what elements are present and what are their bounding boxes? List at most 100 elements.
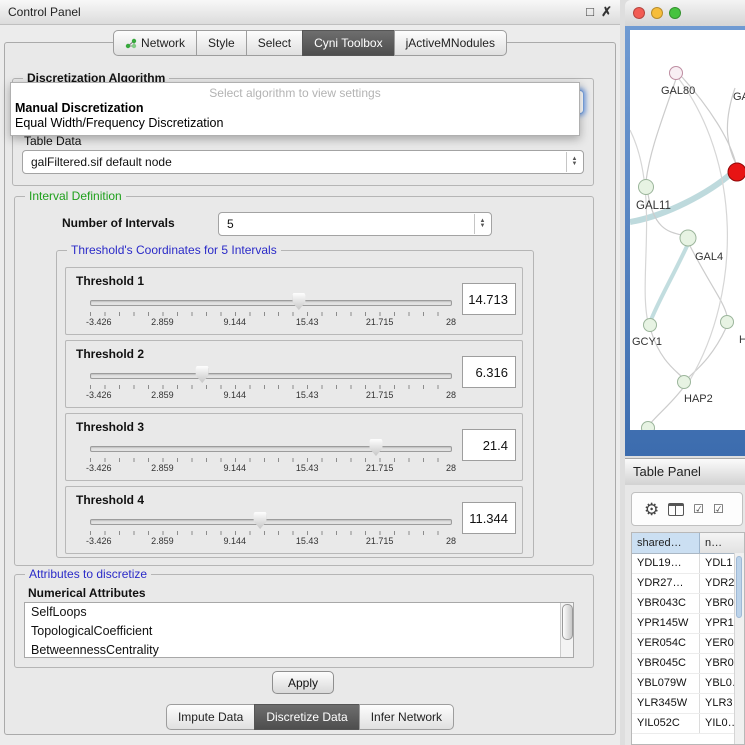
threshold-label: Threshold 3 (76, 420, 144, 434)
close-traffic-light[interactable] (633, 7, 645, 19)
threshold-3-slider[interactable] (90, 438, 452, 456)
node-label: GCY1 (632, 336, 662, 348)
settings-gear-icon[interactable]: ⚙ (644, 501, 659, 518)
threshold-label: Threshold 1 (76, 274, 144, 288)
select-all-checkbox-icon[interactable]: ☑ (693, 503, 704, 515)
thresholds-group: Threshold's Coordinates for 5 Intervals … (56, 250, 534, 558)
network-canvas[interactable]: GAL80 GA GAL11 GAL4 GCY1 H HAP2 (630, 30, 745, 430)
table-scrollbar[interactable] (734, 553, 744, 744)
node-label: GA (733, 91, 745, 103)
node-label: GAL4 (695, 251, 723, 263)
combo-value: 5 (227, 213, 234, 235)
tab-impute-data[interactable]: Impute Data (166, 704, 255, 730)
scrollbar-thumb[interactable] (562, 604, 573, 640)
slider-track (90, 519, 452, 525)
network-icon (125, 37, 137, 49)
float-window-icon[interactable]: □ (586, 0, 594, 24)
list-item[interactable]: BetweennessCentrality (25, 641, 573, 658)
list-item[interactable]: SelfLoops (25, 603, 573, 622)
threshold-label: Threshold 2 (76, 347, 144, 361)
tab-select[interactable]: Select (246, 30, 303, 56)
table-data-combobox[interactable]: galFiltered.sif default node ▲▼ (22, 150, 584, 174)
network-node[interactable] (678, 376, 691, 389)
numerical-attributes-label: Numerical Attributes (28, 586, 146, 600)
threshold-2-slider[interactable] (90, 365, 452, 383)
column-header-shared-name[interactable]: shared… (632, 533, 700, 553)
threshold-3-value-field[interactable]: 21.4 (462, 429, 516, 461)
network-node[interactable] (721, 316, 734, 329)
table-row[interactable]: YLR345WYLR3… (632, 694, 744, 714)
threshold-2-panel: Threshold 2 -3.4262.8599.14415.4321.7152… (65, 340, 523, 408)
table-row[interactable]: YPR145WYPR1… (632, 614, 744, 634)
slider-ticks (90, 531, 452, 535)
algorithm-dropdown-list: Select algorithm to view settings Manual… (10, 82, 580, 136)
slider-scale: -3.4262.8599.14415.4321.71528 (90, 317, 452, 328)
slider-thumb[interactable] (292, 293, 305, 310)
table-row[interactable]: YDL19…YDL1… (632, 554, 744, 574)
table-row[interactable]: YIL052CYIL0… (632, 714, 744, 734)
threshold-1-value-field[interactable]: 14.713 (462, 283, 516, 315)
threshold-1-slider[interactable] (90, 292, 452, 310)
node-table: shared… n… YDL19…YDL1… YDR27…YDR2… YBR04… (631, 532, 745, 745)
table-row[interactable]: YBL079WYBL0… (632, 674, 744, 694)
slider-thumb[interactable] (196, 366, 209, 383)
dropdown-option-equal-width[interactable]: Equal Width/Frequency Discretization (11, 115, 579, 130)
node-label: GAL11 (636, 200, 671, 212)
group-title: Interval Definition (25, 189, 126, 203)
number-of-intervals-combobox[interactable]: 5 ▲▼ (218, 212, 492, 236)
tab-network[interactable]: Network (113, 30, 197, 56)
network-edge[interactable] (688, 328, 726, 378)
slider-track (90, 373, 452, 379)
network-edge[interactable] (630, 130, 648, 322)
network-node[interactable] (644, 319, 657, 332)
close-icon[interactable]: ✗ (601, 0, 612, 24)
tab-cyni-toolbox[interactable]: Cyni Toolbox (302, 30, 394, 56)
threshold-4-slider[interactable] (90, 511, 452, 529)
numerical-attributes-list[interactable]: SelfLoops TopologicalCoefficient Between… (24, 602, 574, 658)
tab-label: Style (208, 31, 235, 55)
threshold-2-value-field[interactable]: 6.316 (462, 356, 516, 388)
threshold-4-value-field[interactable]: 11.344 (462, 502, 516, 534)
column-selector-icon[interactable] (668, 503, 684, 516)
tab-label: Impute Data (178, 705, 243, 729)
node-label: GAL80 (661, 85, 695, 97)
table-row[interactable]: YER054CYER0… (632, 634, 744, 654)
table-row[interactable]: YDR27…YDR2… (632, 574, 744, 594)
column-header-name[interactable]: n… (700, 533, 744, 553)
network-edge[interactable] (651, 244, 688, 320)
table-row[interactable]: YBR045CYBR0… (632, 654, 744, 674)
select-rows-checkbox-icon[interactable]: ☑ (713, 503, 724, 515)
network-node-highlighted[interactable] (728, 163, 745, 181)
network-node[interactable] (639, 180, 654, 195)
combo-arrows-icon: ▲▼ (474, 214, 490, 234)
tab-style[interactable]: Style (196, 30, 247, 56)
combo-value: galFiltered.sif default node (31, 151, 172, 173)
scrollbar-thumb[interactable] (736, 556, 742, 618)
slider-thumb[interactable] (254, 512, 267, 529)
control-panel-titlebar: Control Panel □ ✗ (0, 0, 620, 25)
tab-discretize-data[interactable]: Discretize Data (254, 704, 359, 730)
network-node[interactable] (680, 230, 696, 246)
slider-ticks (90, 312, 452, 316)
tab-label: Infer Network (371, 705, 442, 729)
table-panel: ⚙ ☑ ☑ shared… n… YDL19…YDL1… YDR27…YDR2…… (625, 485, 745, 745)
network-edge[interactable] (676, 75, 727, 380)
tab-label: jActiveMNodules (406, 31, 495, 55)
dropdown-option-manual[interactable]: Manual Discretization (11, 100, 579, 115)
list-scrollbar[interactable] (560, 603, 573, 657)
tab-jactivemnodules[interactable]: jActiveMNodules (394, 30, 507, 56)
network-node[interactable] (642, 422, 655, 431)
network-node[interactable] (670, 67, 683, 80)
threshold-1-panel: Threshold 1 -3.4262.8599.14415.4321.7152… (65, 267, 523, 335)
slider-track (90, 446, 452, 452)
table-row[interactable]: YBR043CYBR0… (632, 594, 744, 614)
zoom-traffic-light[interactable] (669, 7, 681, 19)
network-edge[interactable] (650, 388, 683, 424)
control-panel: Control Panel □ ✗ Network Style Select (0, 0, 620, 745)
tab-label: Network (141, 31, 185, 55)
tab-infer-network[interactable]: Infer Network (359, 704, 454, 730)
apply-button[interactable]: Apply (272, 671, 334, 694)
slider-thumb[interactable] (369, 439, 382, 456)
list-item[interactable]: TopologicalCoefficient (25, 622, 573, 641)
minimize-traffic-light[interactable] (651, 7, 663, 19)
